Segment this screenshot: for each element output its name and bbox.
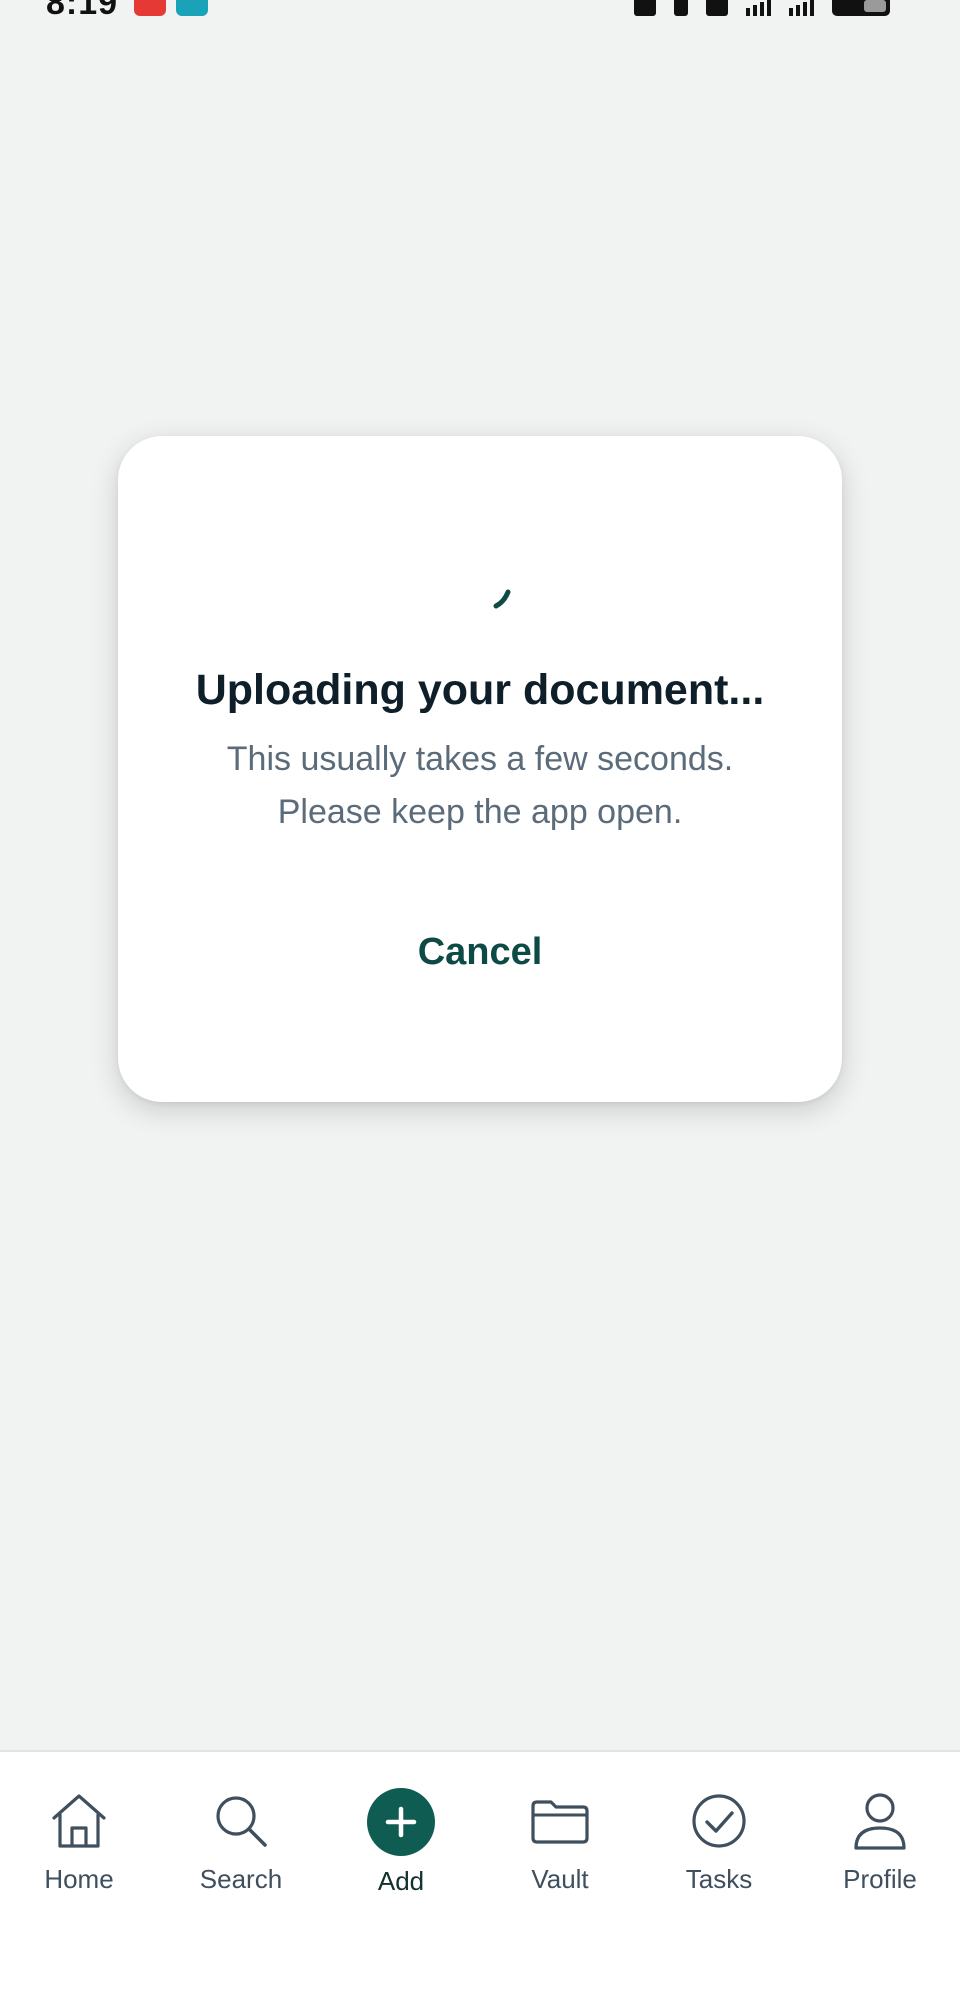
nav-item-home[interactable]: Home <box>9 1788 149 1898</box>
notification-icon <box>176 0 208 16</box>
bottom-navigation: Home Search Add Vault Tasks Profile <box>0 1750 960 2008</box>
status-time: 8:19 <box>46 0 119 22</box>
nav-item-vault[interactable]: Vault <box>490 1788 630 1898</box>
status-bar: 8:19 <box>0 0 960 24</box>
signal-icon <box>746 0 771 16</box>
cancel-button[interactable]: Cancel <box>380 922 580 982</box>
nav-label-vault: Vault <box>531 1864 589 1894</box>
search-icon <box>216 1796 267 1847</box>
wifi-icon <box>706 0 728 16</box>
nav-item-tasks[interactable]: Tasks <box>649 1788 789 1898</box>
nav-label-tasks: Tasks <box>685 1864 753 1894</box>
signal-icon <box>789 0 814 16</box>
add-button[interactable] <box>367 1788 435 1856</box>
dialog-message: Please keep the app open. <box>277 793 683 831</box>
home-icon <box>52 1794 106 1848</box>
battery-icon <box>832 0 890 16</box>
check-circle-icon <box>692 1794 746 1848</box>
nav-label-add: Add <box>377 1866 425 1896</box>
nav-item-profile[interactable]: Profile <box>810 1788 950 1898</box>
status-indicators <box>634 0 890 16</box>
nav-item-search[interactable]: Search <box>171 1788 311 1898</box>
app-screen: 8:19 Uploading your document... This usu… <box>0 0 960 2008</box>
loading-spinner-icon <box>493 589 511 609</box>
nav-label-profile: Profile <box>843 1864 917 1894</box>
person-icon <box>854 1793 906 1850</box>
plus-icon <box>385 1806 417 1838</box>
nav-label-home: Home <box>44 1864 114 1894</box>
nav-label-search: Search <box>199 1864 283 1894</box>
vibrate-icon <box>634 0 656 16</box>
notification-icon <box>134 0 166 16</box>
folder-icon <box>531 1800 589 1844</box>
nav-item-add[interactable]: Add <box>331 1788 471 1898</box>
bluetooth-icon <box>674 0 688 16</box>
dialog-title: Uploading your document... <box>195 666 765 714</box>
dialog-message: This usually takes a few seconds. <box>226 740 734 778</box>
